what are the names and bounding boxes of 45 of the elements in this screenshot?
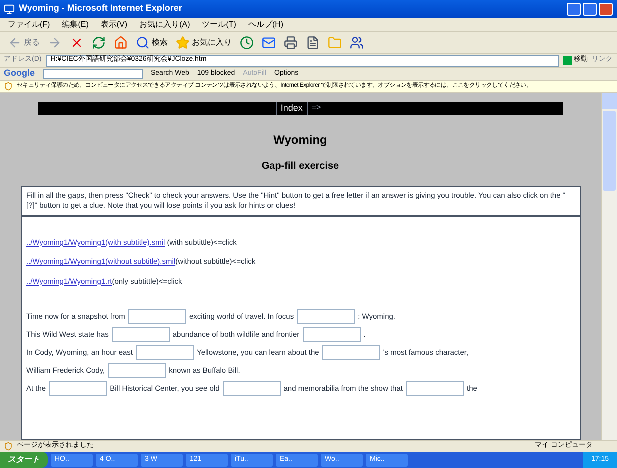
shield-icon [4,82,13,91]
maximize-button[interactable] [583,2,597,16]
back-button[interactable]: 戻る [8,36,40,50]
home-icon[interactable] [114,36,128,50]
index-link[interactable]: Index [276,102,308,115]
mail-icon[interactable] [262,36,276,50]
gap-field[interactable] [49,381,108,396]
back-icon [8,36,22,50]
search-button[interactable]: 検索 [136,36,168,50]
start-button[interactable]: スタート [0,452,48,468]
history-icon[interactable] [240,36,254,50]
window-icon [4,4,15,14]
gap-field[interactable] [322,345,380,360]
print-icon[interactable] [284,36,298,50]
window-title: Wyoming - Microsoft Internet Explorer [19,2,182,16]
star-icon [176,36,190,50]
menu-item[interactable]: お気に入り(A) [140,18,190,30]
minimize-button[interactable] [567,2,581,16]
folder-icon[interactable] [328,36,342,50]
favorites-button[interactable]: お気に入り [176,36,232,50]
gap-field[interactable] [222,381,281,396]
google-logo[interactable]: Google [4,67,35,81]
gap-field[interactable] [136,345,194,360]
menu-item[interactable]: ヘルプ(H) [248,18,284,30]
search-icon [136,36,150,50]
google-search-field[interactable] [43,69,143,79]
gap-field[interactable] [406,381,464,396]
gap-field[interactable] [302,327,361,342]
menu-item[interactable]: ファイル(F) [8,18,50,30]
forward-icon[interactable] [48,36,62,50]
gap-field[interactable] [112,327,170,342]
page-title: Wyoming [274,132,328,149]
gap-field[interactable] [297,309,356,324]
people-icon[interactable] [350,36,364,50]
exercise-subtitle: Gap-fill exercise [262,160,340,174]
scrollbar[interactable] [601,93,617,440]
gap-field[interactable] [108,363,166,378]
gap-field[interactable] [128,309,186,324]
menu-item[interactable]: 表示(V) [100,18,128,30]
menu-item[interactable]: ツール(T) [202,18,236,30]
page-icon [4,442,13,451]
close-button[interactable] [599,2,613,16]
next-link[interactable]: => [308,102,326,115]
refresh-icon[interactable] [92,36,106,50]
menu-item[interactable]: 編集(E) [62,18,89,30]
